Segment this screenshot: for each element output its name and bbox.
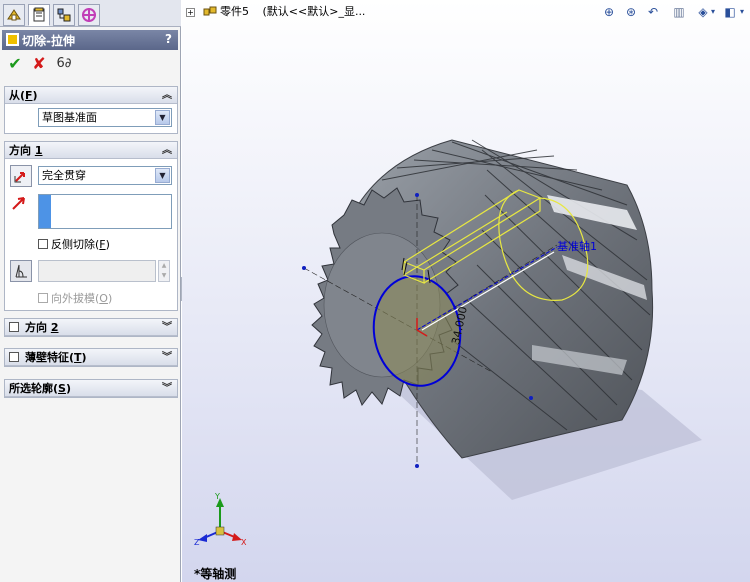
end-condition-select[interactable]: 完全贯穿 ▼: [38, 166, 172, 185]
property-manager-panel: 切除-拉伸 ? ✔ ✘ 6∂ 从(F) ︽ 草图基准面 ▼ 方向 1 ︽ 完全贯…: [0, 0, 181, 582]
reference-triad: Y X Z: [194, 492, 247, 547]
graphics-area[interactable]: + 零件5 (默认<<默认>_显... ⊕ ⊛ ↶ ▥ ◈ ▾ ◧ ▾ 基准轴1…: [182, 0, 750, 582]
view-orientation-name: *等轴测: [194, 567, 237, 581]
cancel-button[interactable]: ✘: [30, 55, 48, 73]
feature-title-bar: 切除-拉伸 ?: [2, 30, 178, 50]
thin-feature-group: 薄壁特征(T) ︾: [4, 348, 178, 367]
draft-outward-checkbox[interactable]: 向外拔模(O): [38, 290, 112, 306]
model-viewport: 基准轴1 34.000 Y X Z: [194, 139, 702, 547]
expand-chevron-icon: ︾: [162, 322, 172, 333]
reference-axis-label[interactable]: 基准轴1: [557, 239, 597, 253]
direction-reference-selection-box[interactable]: [38, 194, 172, 229]
direction1-group-header[interactable]: 方向 1 ︽: [5, 142, 177, 159]
direction-vector-icon: [12, 197, 25, 210]
expand-chevron-icon: ︾: [162, 383, 172, 394]
feature-title: 切除-拉伸: [22, 33, 75, 48]
draft-icon: [15, 264, 27, 278]
ok-button[interactable]: ✔: [6, 55, 24, 73]
selected-contours-group-header[interactable]: 所选轮廓(S) ︾: [5, 380, 177, 397]
help-button[interactable]: ?: [165, 32, 172, 46]
helical-gear-model[interactable]: [311, 139, 654, 459]
dimxpert-tab[interactable]: [78, 4, 100, 26]
direction1-group: 方向 1 ︽ 完全贯穿 ▼ 反侧切除(F) ▲ ▼ 向外拔模(O): [4, 141, 178, 311]
from-group-header[interactable]: 从(F) ︽: [5, 87, 177, 104]
configuration-manager-tab[interactable]: [53, 4, 75, 26]
draft-angle-input[interactable]: [38, 260, 156, 282]
feature-manager-tab[interactable]: [3, 4, 25, 26]
thin-feature-checkbox[interactable]: [9, 352, 19, 362]
triad-y-label: Y: [214, 492, 220, 501]
flip-side-to-cut-checkbox[interactable]: 反侧切除(F): [38, 236, 110, 252]
direction2-checkbox[interactable]: [9, 322, 19, 332]
manager-tabs: [0, 0, 181, 27]
dropdown-arrow-icon: ▼: [155, 110, 170, 125]
thin-feature-group-header[interactable]: 薄壁特征(T) ︾: [5, 349, 177, 366]
action-buttons: ✔ ✘ 6∂: [6, 55, 86, 73]
reverse-direction-icon: [14, 172, 25, 183]
property-manager-tab[interactable]: [28, 4, 50, 26]
draft-on-off-button[interactable]: [10, 260, 32, 282]
from-group: 从(F) ︽ 草图基准面 ▼: [4, 86, 178, 134]
dropdown-arrow-icon: ▼: [155, 168, 170, 183]
expand-chevron-icon: ︾: [162, 352, 172, 363]
detailed-preview-button[interactable]: 6∂: [55, 55, 73, 73]
cut-extrude-icon: [6, 33, 19, 46]
triad-x-label: X: [241, 538, 247, 547]
triad-z-label: Z: [194, 538, 200, 547]
draft-angle-spinner[interactable]: ▲ ▼: [158, 260, 170, 282]
configuration-manager-icon: [57, 8, 71, 22]
collapse-chevron-icon: ︽: [162, 90, 172, 101]
from-start-condition-select[interactable]: 草图基准面 ▼: [38, 108, 172, 127]
feature-manager-icon: [7, 9, 21, 21]
dimxpert-icon: [82, 8, 96, 22]
direction2-group: 方向 2 ︾: [4, 318, 178, 337]
collapse-chevron-icon: ︽: [162, 145, 172, 156]
selected-contours-group: 所选轮廓(S) ︾: [4, 379, 178, 398]
reverse-direction-button[interactable]: [10, 165, 32, 187]
property-manager-icon: [33, 7, 45, 22]
direction2-group-header[interactable]: 方向 2 ︾: [5, 319, 177, 336]
